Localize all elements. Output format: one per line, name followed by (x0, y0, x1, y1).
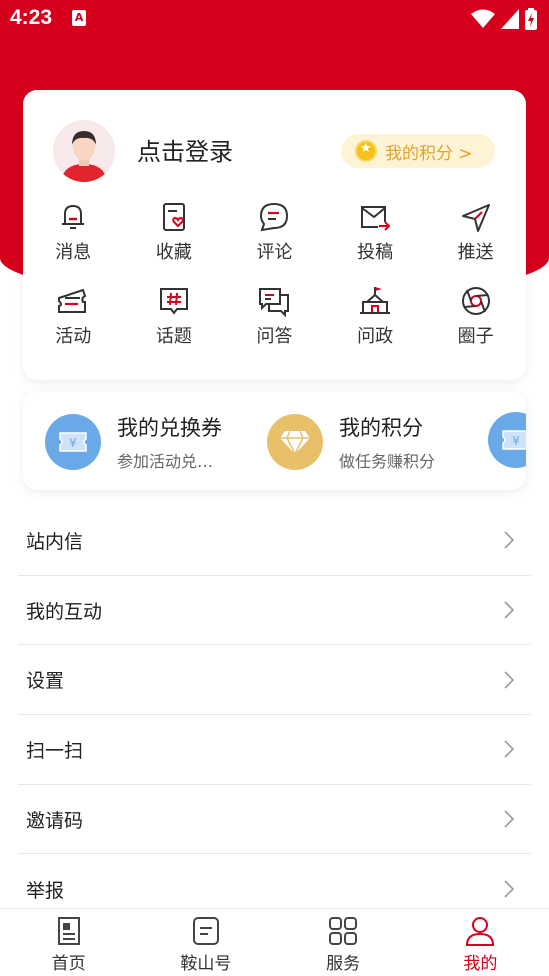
nav-label: 我的 (463, 954, 498, 974)
grid-item-government[interactable]: 问政 (325, 284, 426, 368)
grid-item-push[interactable]: 推送 (425, 200, 526, 284)
coupon-icon: ¥ (488, 412, 526, 468)
comment-icon (260, 202, 289, 232)
nav-tab-mine[interactable]: 我的 (412, 909, 549, 976)
grid-item-topics[interactable]: 话题 (124, 284, 225, 368)
topic-hash-icon (159, 288, 188, 315)
bell-icon (62, 204, 85, 229)
coin-icon (355, 140, 377, 162)
grid-item-circles[interactable]: 圈子 (425, 284, 526, 368)
grid-item-messages[interactable]: 消息 (23, 200, 124, 284)
grid-label: 消息 (55, 242, 92, 263)
government-icon (360, 287, 391, 314)
my-points-button[interactable]: 我的积分 > (341, 134, 495, 168)
send-icon (461, 204, 490, 232)
grid-label: 投稿 (357, 242, 394, 263)
coupon-icon: ¥ (45, 414, 101, 470)
menu-item-scan[interactable]: 扫一扫 (18, 715, 531, 785)
avatar-person-icon (53, 120, 115, 182)
rewards-strip: ¥ 我的兑换券 参加活动兑… 我的积分 做任务赚积分 ¥ (23, 392, 526, 490)
my-coupons-card[interactable]: ¥ 我的兑换券 参加活动兑… (45, 412, 222, 472)
grid-item-submit[interactable]: 投稿 (325, 200, 426, 284)
status-time: 4:23 (10, 6, 53, 29)
grid-label: 评论 (256, 242, 293, 263)
sim-icon: A (72, 10, 86, 26)
points-title: 我的积分 (339, 416, 423, 440)
grid-item-activities[interactable]: 活动 (23, 284, 124, 368)
chevron-right-icon (504, 740, 515, 758)
document-icon (192, 917, 219, 945)
nav-label: 鞍山号 (180, 954, 232, 974)
grid-item-favorites[interactable]: 收藏 (124, 200, 225, 284)
person-icon (466, 917, 495, 946)
favorite-icon (162, 203, 185, 231)
grid-squares-icon (329, 917, 358, 945)
diamond-icon (267, 414, 323, 470)
qa-icon (259, 288, 290, 318)
chevron-right-icon (504, 880, 515, 898)
menu-item-inbox[interactable]: 站内信 (18, 506, 531, 576)
menu-label: 设置 (26, 670, 65, 693)
menu-label: 举报 (26, 879, 65, 902)
grid-label: 推送 (457, 242, 494, 263)
partial-coupon-card[interactable]: ¥ (488, 412, 526, 468)
avatar[interactable] (53, 120, 115, 182)
settings-menu: 站内信 我的互动 设置 扫一扫 邀请码 举报 (18, 506, 531, 924)
nav-tab-home[interactable]: 首页 (0, 909, 137, 976)
nav-label: 服务 (326, 954, 361, 974)
grid-label: 圈子 (457, 326, 494, 347)
battery-icon (525, 8, 537, 30)
grid-item-comments[interactable]: 评论 (224, 200, 325, 284)
menu-item-interactions[interactable]: 我的互动 (18, 576, 531, 646)
circle-aperture-icon (461, 287, 490, 315)
login-link[interactable]: 点击登录 (137, 132, 233, 167)
wifi-icon (471, 9, 495, 28)
svg-text:¥: ¥ (512, 434, 520, 448)
ticket-icon (58, 288, 87, 313)
menu-label: 邀请码 (26, 809, 84, 832)
menu-label: 我的互动 (26, 600, 103, 623)
chevron-right-icon (504, 671, 515, 689)
nav-tab-anshan-hao[interactable]: 鞍山号 (137, 909, 274, 976)
home-news-icon (57, 917, 80, 945)
svg-text:¥: ¥ (69, 436, 77, 450)
my-points-card[interactable]: 我的积分 做任务赚积分 (267, 412, 435, 472)
chevron-right-icon (504, 531, 515, 549)
signal-icon (501, 9, 519, 29)
user-card: 点击登录 我的积分 > 消息 收藏 评论 投稿 推送 (23, 90, 526, 380)
chevron-right-icon (504, 810, 515, 828)
menu-label: 扫一扫 (26, 739, 84, 762)
chevron-right-icon (504, 601, 515, 619)
menu-item-settings[interactable]: 设置 (18, 645, 531, 716)
grid-label: 问政 (357, 326, 394, 347)
menu-label: 站内信 (26, 530, 84, 553)
points-subtitle: 做任务赚积分 (339, 452, 436, 471)
bottom-nav: 首页 鞍山号 服务 我的 (0, 908, 549, 976)
grid-label: 收藏 (155, 242, 192, 263)
my-points-label: 我的积分 > (385, 143, 473, 164)
nav-tab-services[interactable]: 服务 (275, 909, 412, 976)
grid-label: 问答 (256, 326, 293, 347)
grid-label: 话题 (155, 326, 192, 347)
submit-mail-icon (361, 206, 391, 231)
menu-item-invite-code[interactable]: 邀请码 (18, 785, 531, 855)
grid-item-qa[interactable]: 问答 (224, 284, 325, 368)
feature-grid: 消息 收藏 评论 投稿 推送 活动 话题 问答 问政 圈子 (23, 200, 526, 368)
status-bar: 4:23 A (0, 0, 549, 38)
coupons-subtitle: 参加活动兑… (117, 452, 214, 471)
coupons-title: 我的兑换券 (117, 416, 222, 440)
nav-label: 首页 (51, 954, 86, 974)
grid-label: 活动 (55, 326, 92, 347)
